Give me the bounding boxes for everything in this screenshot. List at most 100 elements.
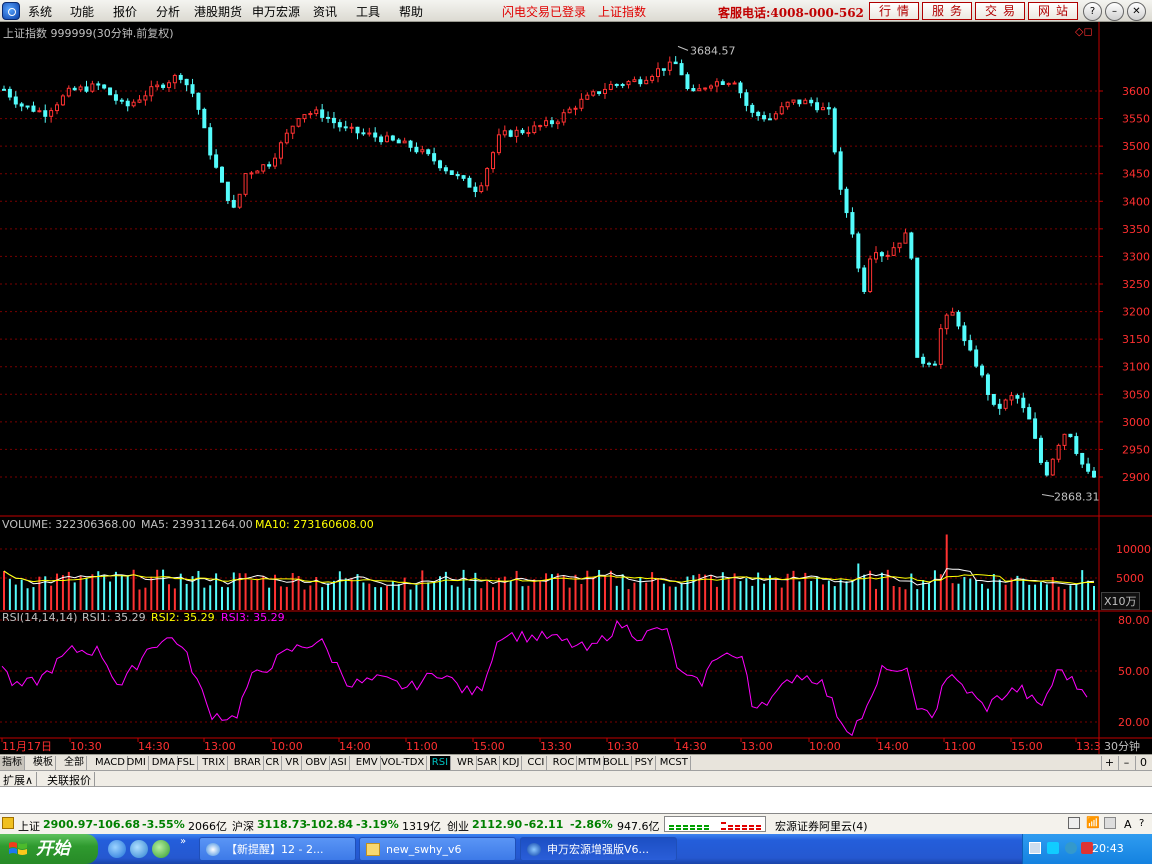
- candle-body: [838, 151, 843, 190]
- pane-options-icon[interactable]: ◇◻: [1075, 25, 1093, 38]
- indicator-tab-macd[interactable]: MACD: [93, 756, 128, 770]
- candle-body: [491, 152, 496, 170]
- flash-trade-status-link[interactable]: 闪电交易已登录: [502, 3, 586, 20]
- signal-icon[interactable]: 📶: [1086, 816, 1100, 829]
- candle-body: [443, 167, 448, 172]
- minimize-button[interactable]: –: [1105, 2, 1124, 21]
- candle-body: [1033, 418, 1038, 439]
- indicator-tab-dma[interactable]: DMA: [150, 756, 178, 770]
- related-quote-tab[interactable]: 关联报价: [44, 772, 95, 788]
- chart-canvas[interactable]: 3600 3550 3500 3450 3400 3350 3300 3250 3200 3150…: [0, 22, 1152, 754]
- task-swhy[interactable]: 申万宏源增强版V6...: [520, 837, 677, 861]
- candle-body: [797, 99, 802, 105]
- candle-body: [874, 252, 878, 260]
- expand-tab[interactable]: 扩展∧: [0, 772, 38, 788]
- rsi-line: [1, 619, 1088, 737]
- period-label[interactable]: 30分钟: [1104, 738, 1140, 754]
- candle-body: [968, 340, 973, 351]
- chart-area[interactable]: 3600 3550 3500 3450 3400 3350 3300 3250 3200 3150…: [0, 22, 1152, 754]
- task-forum[interactable]: 【新提醒】12 - 2...: [199, 837, 356, 861]
- tray-monitor-icon[interactable]: [1029, 842, 1041, 854]
- volume-label: VOLUME: 322306368.00: [2, 518, 136, 531]
- indicator-tab-全部[interactable]: 全部: [62, 756, 87, 770]
- zoom-out-button[interactable]: –: [1118, 756, 1134, 770]
- market-button[interactable]: 行情: [869, 2, 919, 20]
- menu-hk-futures[interactable]: 港股期货: [194, 3, 242, 20]
- menu-system[interactable]: 系统: [28, 3, 52, 20]
- indicator-tab-cci[interactable]: CCI: [525, 756, 548, 770]
- rsi-title: RSI(14,14,14): [2, 611, 78, 624]
- tray-bluetooth-icon[interactable]: [1047, 842, 1059, 854]
- candle-body: [862, 267, 867, 292]
- hs-change: -102.84: [306, 818, 354, 831]
- reset-button[interactable]: 0: [1135, 756, 1151, 770]
- indicator-tab-vol-tdx[interactable]: VOL-TDX: [379, 756, 428, 770]
- indicator-tab-asi[interactable]: ASI: [329, 756, 350, 770]
- task-folder[interactable]: new_swhy_v6: [359, 837, 516, 861]
- candle-body: [885, 254, 890, 257]
- indicator-tab-obv[interactable]: OBV: [303, 756, 330, 770]
- indicator-tab-brar[interactable]: BRAR: [232, 756, 264, 770]
- indicator-tab-boll[interactable]: BOLL: [601, 756, 632, 770]
- website-button[interactable]: 网站: [1028, 2, 1078, 20]
- indicator-tab-vr[interactable]: VR: [283, 756, 303, 770]
- candle-body: [396, 139, 401, 144]
- close-button[interactable]: ✕: [1127, 2, 1146, 21]
- candle-body: [815, 102, 820, 111]
- status-lock-icon[interactable]: [2, 817, 14, 829]
- language-icon[interactable]: A: [1124, 818, 1132, 831]
- status-box-icon[interactable]: [1068, 817, 1080, 829]
- help-button[interactable]: ?: [1083, 2, 1102, 21]
- menu-tools[interactable]: 工具: [356, 3, 380, 20]
- trade-button[interactable]: 交易: [975, 2, 1025, 20]
- broker-server[interactable]: 宏源证券阿里云(4): [775, 818, 868, 834]
- start-button[interactable]: 开始: [0, 834, 98, 864]
- price-tick-label: 3000: [1122, 416, 1150, 429]
- menu-news[interactable]: 资讯: [313, 3, 337, 20]
- candle-body: [326, 116, 331, 119]
- menu-analysis[interactable]: 分析: [156, 3, 180, 20]
- indicator-tab-mcst[interactable]: MCST: [658, 756, 691, 770]
- indicator-tab-fsl[interactable]: FSL: [175, 756, 198, 770]
- candle-body: [927, 362, 932, 365]
- help-icon[interactable]: ?: [1139, 818, 1144, 829]
- menu-help[interactable]: 帮助: [399, 3, 423, 20]
- indicator-tab-wr[interactable]: WR: [455, 756, 477, 770]
- app-green-icon[interactable]: [152, 840, 170, 858]
- service-button[interactable]: 服务: [922, 2, 972, 20]
- indicator-tab-sar[interactable]: SAR: [475, 756, 501, 770]
- quicklaunch-expand-icon[interactable]: »: [180, 836, 186, 847]
- indicator-tab-指标[interactable]: 指标: [0, 756, 25, 770]
- indicator-tab-emv[interactable]: EMV: [354, 756, 381, 770]
- time-axis-label: 11:00: [406, 740, 438, 753]
- menu-swhy[interactable]: 申万宏源: [252, 3, 300, 20]
- zoom-in-button[interactable]: +: [1101, 756, 1117, 770]
- time-axis-label: 14:00: [339, 740, 371, 753]
- candle-body: [626, 81, 631, 86]
- tray-network-icon[interactable]: [1065, 842, 1077, 854]
- candle-body: [980, 365, 985, 376]
- volume-tick-label: 5000: [1116, 572, 1144, 585]
- sh-index-link[interactable]: 上证指数: [598, 3, 646, 20]
- candle-body: [549, 120, 554, 125]
- indicator-tab-trix[interactable]: TRIX: [200, 756, 229, 770]
- candle-body: [220, 166, 224, 183]
- indicator-tab-模板[interactable]: 模板: [31, 756, 56, 770]
- indicator-tab-roc[interactable]: ROC: [551, 756, 578, 770]
- ie-icon[interactable]: [108, 840, 126, 858]
- time-axis-label: 11月17日: [2, 740, 52, 753]
- candle-body: [614, 83, 619, 86]
- indicator-tab-dmi[interactable]: DMI: [125, 756, 149, 770]
- indicator-tab-cr[interactable]: CR: [263, 756, 283, 770]
- settings-icon[interactable]: [1104, 817, 1116, 829]
- menu-function[interactable]: 功能: [70, 3, 94, 20]
- indicator-tab-kdj[interactable]: KDJ: [500, 756, 523, 770]
- indicator-tab-rsi[interactable]: RSI: [429, 756, 452, 770]
- indicator-tab-psy[interactable]: PSY: [633, 756, 657, 770]
- indicator-tab-mtm[interactable]: MTM: [576, 756, 605, 770]
- candle-body: [1074, 436, 1079, 454]
- menu-quote[interactable]: 报价: [113, 3, 137, 20]
- app-logo-icon[interactable]: [2, 2, 20, 20]
- candle-body: [1027, 407, 1032, 420]
- browser-icon[interactable]: [130, 840, 148, 858]
